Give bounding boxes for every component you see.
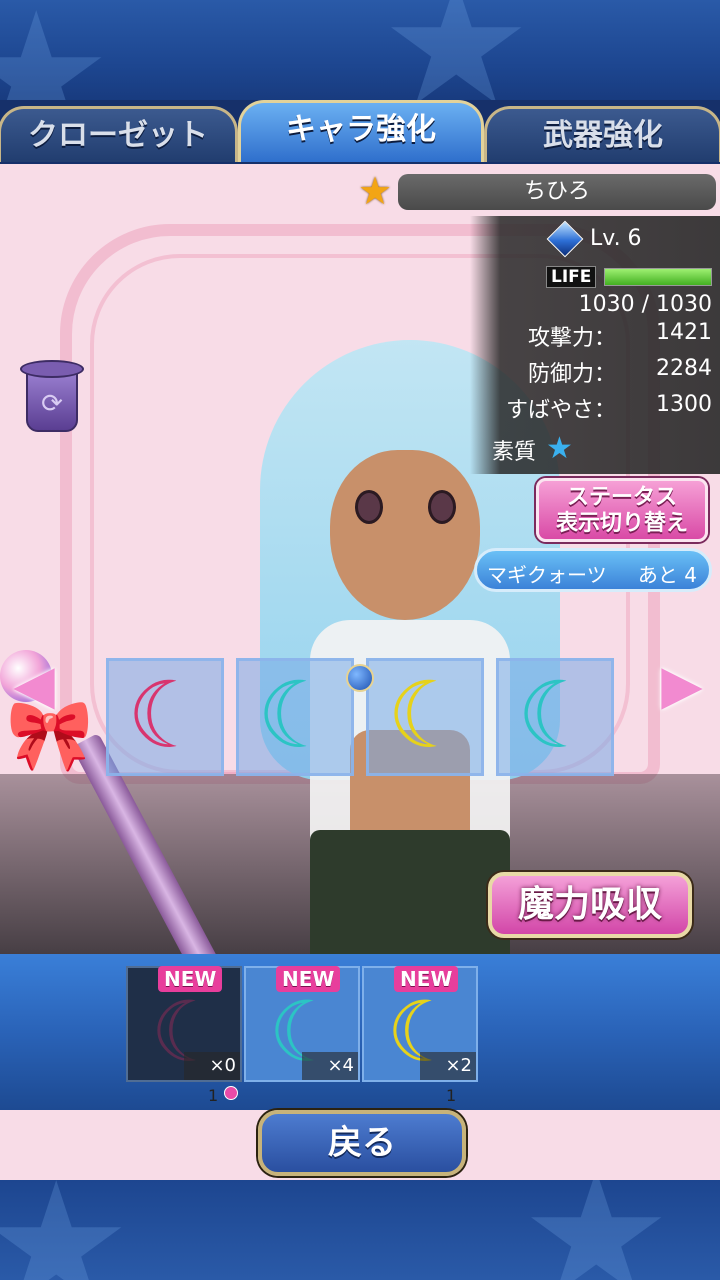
attack-value: 1421: [656, 320, 712, 345]
rarity-star-icon: ★: [357, 169, 393, 213]
life-bar-fill: [605, 269, 711, 285]
star-icon: ★: [546, 431, 573, 466]
new-badge: NEW: [276, 966, 341, 992]
tab-weapon-upgrade[interactable]: 武器強化: [484, 106, 720, 162]
inventory-bar: ☾ NEW ×0 ☾ NEW ×4 ☾ NEW ×2 1 1: [0, 954, 720, 1110]
status-toggle-label-line: 表示切り替え: [555, 511, 688, 536]
orb-gem-icon: [346, 664, 374, 692]
new-badge: NEW: [394, 966, 459, 992]
quality-label: 素質: [492, 440, 537, 465]
defense-label: 防御力：: [528, 362, 617, 387]
status-toggle-button[interactable]: ステータス 表示切り替え: [536, 478, 708, 542]
bottom-background: ★ ★: [0, 1180, 720, 1280]
previous-arrow-icon[interactable]: ◀: [4, 650, 64, 720]
character-eye-right: [428, 490, 456, 524]
inventory-item[interactable]: ☾ NEW ×4: [244, 966, 360, 1082]
speed-value: 1300: [656, 392, 712, 417]
background-star-icon: ★: [0, 0, 113, 110]
next-arrow-icon[interactable]: ▶: [652, 650, 712, 720]
item-count: ×2: [420, 1052, 476, 1080]
item-count: ×0: [184, 1052, 240, 1080]
moon-icon: ☾: [516, 662, 600, 769]
level-text: Lv. 6: [590, 226, 642, 251]
quartz-remaining: あと 4: [637, 563, 697, 587]
tab-closet[interactable]: クローゼット: [0, 106, 238, 162]
character-eye-left: [355, 490, 383, 524]
back-button[interactable]: 戻る: [258, 1110, 466, 1176]
magi-quartz-counter: マギクォーツ あと 4: [474, 548, 712, 592]
item-count: ×4: [302, 1052, 358, 1080]
life-label: LIFE: [546, 266, 597, 288]
trash-lid: [20, 360, 84, 378]
equipment-slot[interactable]: ☾: [236, 658, 354, 776]
tab-bar: クローゼット キャラ強化 武器強化: [0, 100, 720, 164]
character-name: ちひろ: [398, 174, 716, 210]
equipment-slot[interactable]: ☾: [496, 658, 614, 776]
reset-trash-button[interactable]: ⟳: [20, 360, 84, 434]
attack-label: 攻撃力：: [528, 326, 617, 351]
moon-icon: ☾: [256, 662, 340, 769]
moon-icon: ☾: [386, 662, 470, 769]
status-toggle-label-line: ステータス: [566, 485, 677, 510]
life-value: 1030 / 1030: [578, 292, 712, 317]
background-star-icon: ★: [380, 0, 533, 110]
character-face: [330, 450, 480, 620]
quartz-label: マギクォーツ: [487, 563, 607, 587]
tab-character-upgrade[interactable]: キャラ強化: [238, 100, 484, 162]
page-indicator-dot: [224, 1086, 238, 1100]
inventory-item[interactable]: ☾ NEW ×0: [126, 966, 242, 1082]
defense-value: 2284: [656, 356, 712, 381]
equipment-slot[interactable]: ☾: [366, 658, 484, 776]
refresh-icon: ⟳: [41, 389, 63, 419]
top-background: ★ ★: [0, 0, 720, 110]
background-star-icon: ★: [520, 1180, 673, 1280]
page-number-left: 1: [208, 1086, 219, 1105]
background-star-icon: ★: [0, 1180, 133, 1280]
new-badge: NEW: [158, 966, 223, 992]
speed-label: すばやさ：: [506, 398, 617, 423]
moon-icon: ☾: [126, 662, 210, 769]
character-shorts: [310, 830, 510, 954]
inventory-item[interactable]: ☾ NEW ×2: [362, 966, 478, 1082]
equipment-slot[interactable]: ☾: [106, 658, 224, 776]
page-number-right: 1: [446, 1086, 457, 1105]
life-bar: [604, 268, 712, 286]
absorb-magic-button[interactable]: 魔力吸収: [488, 872, 692, 938]
